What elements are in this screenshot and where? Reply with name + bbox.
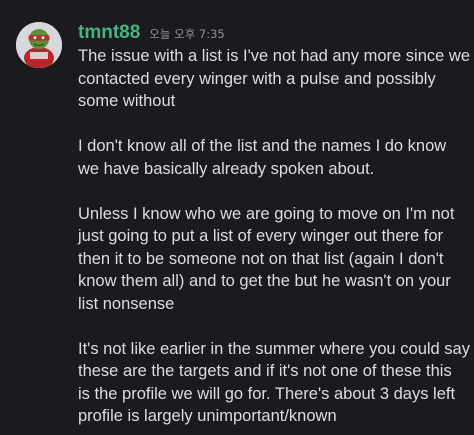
username[interactable]: tmnt88 (78, 22, 140, 44)
message-line: these are the targets and if it's not on… (78, 362, 452, 380)
message-line: just going to put a list of every winger… (78, 227, 444, 245)
message-line: some without (78, 92, 176, 110)
message-line: know them all) and to get the but he was… (78, 272, 451, 290)
message-paragraph: I don't know all of the list and the nam… (78, 135, 468, 180)
message-line: then it to be someone not on that list (… (78, 249, 444, 268)
message-paragraph: The issue with a list is I've not had an… (78, 45, 470, 113)
message-header: tmnt88 오늘 오후 7:35 (78, 22, 225, 44)
user-avatar[interactable] (16, 22, 62, 68)
message-line: we have basically already spoken about. (78, 159, 375, 178)
message-line: is the profile we will go for. There's a… (78, 384, 456, 403)
message-line: profile is largely unimportant/known (78, 407, 337, 425)
message-line: Unless I know who we are going to move o… (78, 204, 455, 223)
message-body: The issue with a list is I've not had an… (78, 45, 470, 428)
turtle-avatar-icon (16, 22, 62, 68)
message-line: It's not like earlier in the summer wher… (78, 339, 470, 358)
chat-screen: tmnt88 오늘 오후 7:35 The issue with a list … (0, 0, 474, 435)
message-line: contacted every winger with a pulse and … (78, 69, 436, 88)
timestamp: 오늘 오후 7:35 (149, 27, 225, 41)
message-paragraph: Unless I know who we are going to move o… (78, 203, 468, 316)
message-line: I don't know all of the list and the nam… (78, 137, 447, 155)
message-line: The issue with a list is I've not had an… (78, 47, 470, 65)
message-paragraph: It's not like earlier in the summer wher… (78, 338, 470, 428)
message-line: list nonsense (78, 294, 175, 313)
